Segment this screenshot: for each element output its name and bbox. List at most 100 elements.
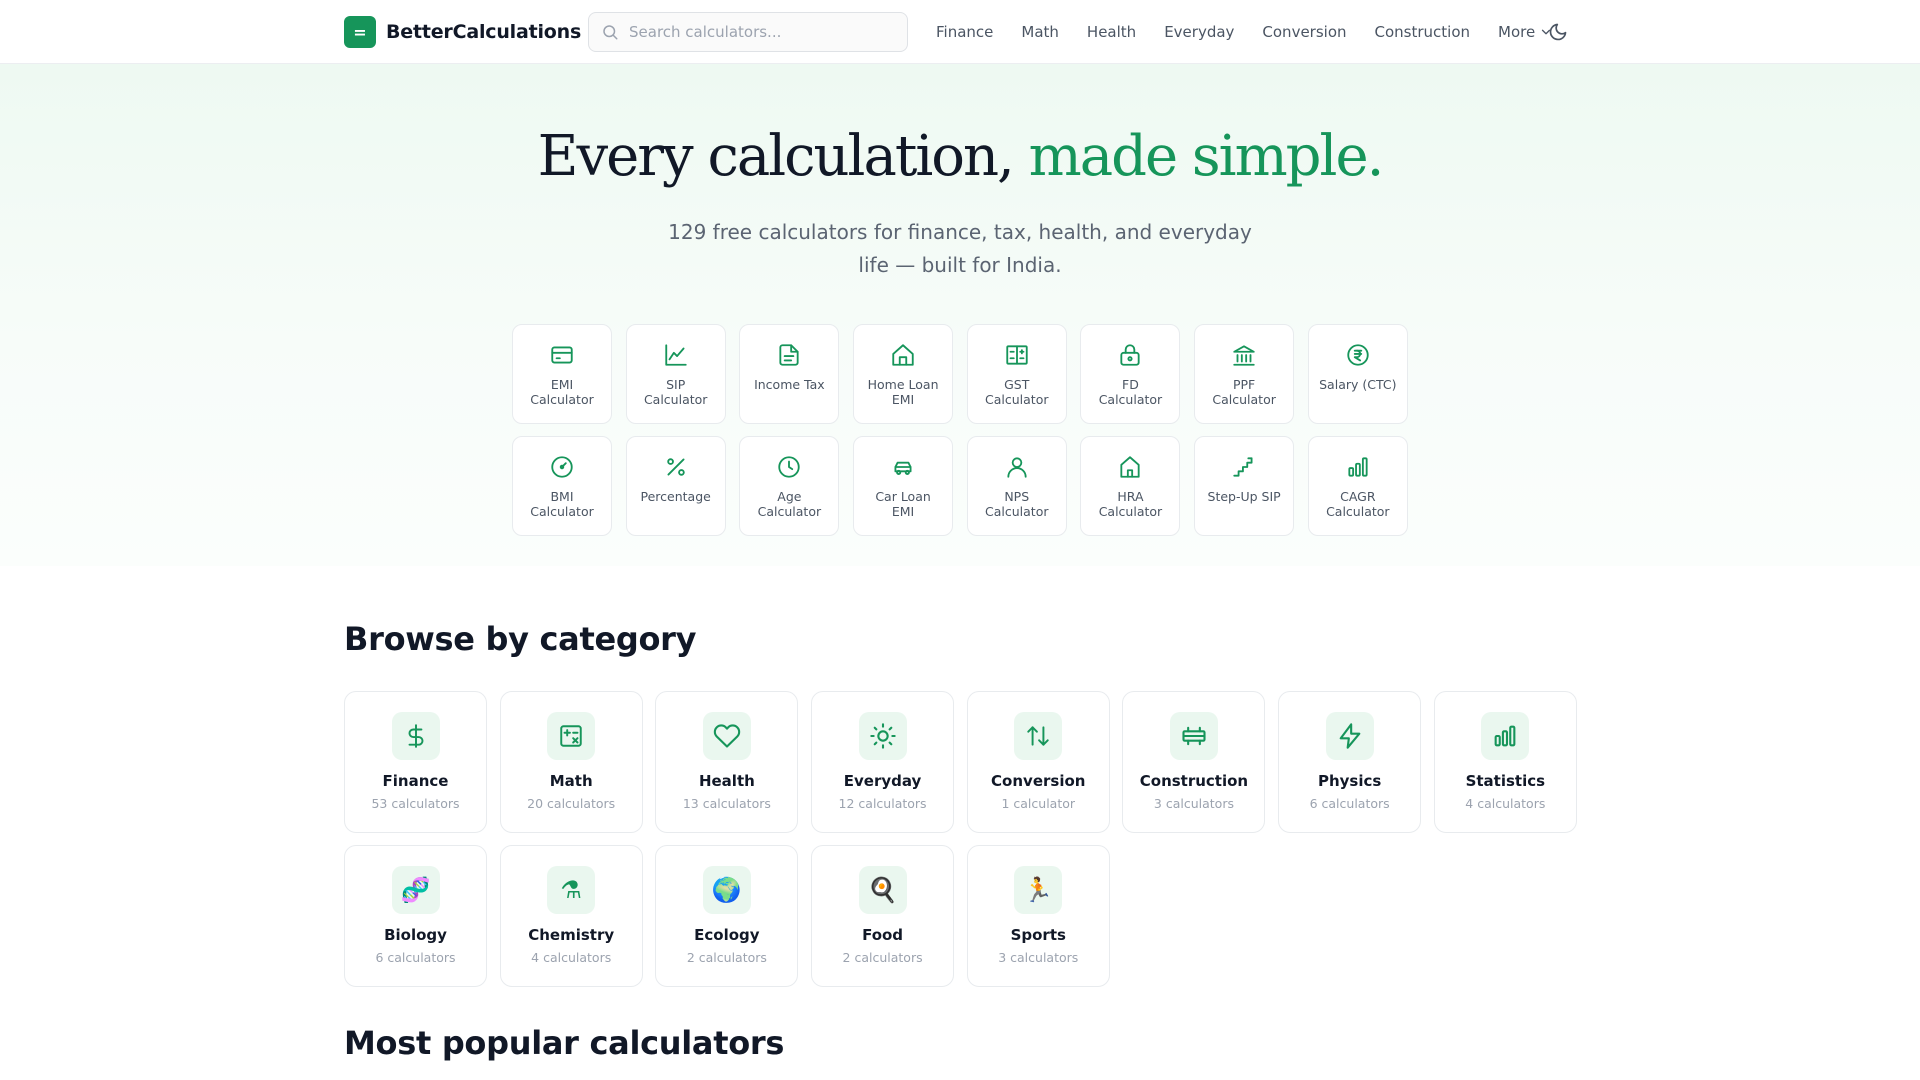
category-count: 6 calculators (1309, 796, 1390, 811)
quick-link-percentage[interactable]: Percentage (625, 436, 726, 536)
brand-logo[interactable]: = BetterCalculations (344, 16, 581, 48)
category-count: 3 calculators (1153, 796, 1234, 811)
category-conversion[interactable]: Conversion 1 calculator (966, 691, 1110, 833)
quick-link-age[interactable]: Age Calculator (739, 436, 840, 536)
quick-link-hra[interactable]: HRA Calculator (1080, 436, 1181, 536)
quick-links-grid: EMI Calculator SIP Calculator Income Tax… (512, 324, 1408, 536)
category-count: 2 calculators (842, 950, 923, 965)
quick-link-label: Car Loan EMI (875, 489, 931, 519)
nav-health[interactable]: Health (1073, 23, 1150, 41)
hero-title-main: Every calculation, (537, 124, 1015, 189)
dollar-icon (391, 712, 440, 760)
quick-link-label: CAGR Calculator (1326, 489, 1390, 519)
category-biology[interactable]: 🧬 Biology 6 calculators (344, 845, 487, 987)
quick-link-label: Home Loan EMI (867, 377, 939, 407)
stairs-icon (1230, 453, 1258, 481)
quick-link-income-tax[interactable]: Income Tax (739, 324, 840, 424)
heart-icon (702, 712, 751, 760)
quick-link-label: PPF Calculator (1212, 377, 1276, 407)
quick-link-label: Step-Up SIP (1207, 489, 1281, 504)
category-name: Biology (384, 926, 447, 944)
category-name: Math (549, 772, 593, 790)
search-input[interactable] (629, 23, 889, 41)
quick-link-salary[interactable]: Salary (CTC) (1307, 324, 1408, 424)
category-finance[interactable]: Finance 53 calculators (344, 691, 487, 833)
quick-link-label: Age Calculator (757, 489, 822, 519)
quick-link-ppf[interactable]: PPF Calculator (1194, 324, 1295, 424)
quick-link-label: EMI Calculator (530, 377, 594, 407)
quick-link-gst[interactable]: GST Calculator (966, 324, 1067, 424)
frying-pan-icon: 🍳 (858, 866, 907, 914)
nav-construction[interactable]: Construction (1361, 23, 1485, 41)
gst-icon (1003, 341, 1031, 369)
quick-link-home-loan[interactable]: Home Loan EMI (853, 324, 954, 424)
quick-link-step-up-sip[interactable]: Step-Up SIP (1194, 436, 1295, 536)
bar-chart-icon (1344, 453, 1372, 481)
category-statistics[interactable]: Statistics 4 calculators (1433, 691, 1577, 833)
quick-link-fd[interactable]: FD Calculator (1080, 324, 1181, 424)
bank-icon (1230, 341, 1258, 369)
theme-toggle-button[interactable] (1546, 20, 1570, 44)
category-grid: Finance 53 calculators Math 20 calculato… (344, 691, 1577, 987)
category-chemistry[interactable]: ⚗ Chemistry 4 calculators (499, 845, 643, 987)
category-count: 6 calculators (375, 950, 456, 965)
category-name: Finance (382, 772, 449, 790)
document-icon (775, 341, 803, 369)
category-sports[interactable]: 🏃 Sports 3 calculators (966, 845, 1110, 987)
moon-icon (1549, 23, 1567, 41)
category-name: Sports (1010, 926, 1066, 944)
nav-math[interactable]: Math (1007, 23, 1073, 41)
category-name: Everyday (843, 772, 922, 790)
category-count: 53 calculators (371, 796, 460, 811)
site-header: = BetterCalculations Finance Math Health… (0, 0, 1920, 64)
quick-link-label: FD Calculator (1098, 377, 1163, 407)
category-name: Health (698, 772, 755, 790)
category-food[interactable]: 🍳 Food 2 calculators (811, 845, 955, 987)
category-name: Ecology (694, 926, 760, 944)
quick-link-car-loan[interactable]: Car Loan EMI (853, 436, 954, 536)
category-name: Statistics (1465, 772, 1546, 790)
clock-icon (775, 453, 803, 481)
quick-link-cagr[interactable]: CAGR Calculator (1307, 436, 1408, 536)
search-box[interactable] (588, 12, 908, 52)
arrows-up-down-icon (1014, 712, 1063, 760)
quick-link-label: Income Tax (754, 377, 825, 392)
logo-mark-icon: = (344, 16, 376, 48)
quick-link-sip[interactable]: SIP Calculator (625, 324, 726, 424)
category-count: 13 calculators (682, 796, 771, 811)
quick-link-label: NPS Calculator (985, 489, 1049, 519)
user-icon (1003, 453, 1031, 481)
section-title-categories: Browse by category (344, 620, 697, 658)
hero-title-accent: made simple. (1028, 124, 1385, 189)
bar-chart-icon (1481, 712, 1530, 760)
quick-link-label: HRA Calculator (1098, 489, 1163, 519)
category-construction[interactable]: Construction 3 calculators (1122, 691, 1266, 833)
nav-conversion[interactable]: Conversion (1248, 23, 1360, 41)
gauge-icon (548, 453, 576, 481)
brand-name: BetterCalculations (386, 21, 582, 43)
lightning-icon (1325, 712, 1374, 760)
category-math[interactable]: Math 20 calculators (499, 691, 643, 833)
dna-icon: 🧬 (391, 866, 440, 914)
category-physics[interactable]: Physics 6 calculators (1278, 691, 1422, 833)
line-chart-icon (662, 341, 690, 369)
nav-finance[interactable]: Finance (922, 23, 1007, 41)
category-count: 1 calculator (1001, 796, 1076, 811)
category-everyday[interactable]: Everyday 12 calculators (811, 691, 955, 833)
nav-everyday[interactable]: Everyday (1150, 23, 1248, 41)
quick-link-nps[interactable]: NPS Calculator (966, 436, 1067, 536)
category-health[interactable]: Health 13 calculators (655, 691, 799, 833)
rupee-circle-icon (1344, 341, 1372, 369)
category-count: 2 calculators (686, 950, 767, 965)
main-nav: Finance Math Health Everyday Conversion … (922, 20, 1567, 44)
quick-link-label: Salary (CTC) (1319, 377, 1397, 392)
car-icon (889, 453, 917, 481)
quick-link-bmi[interactable]: BMI Calculator (512, 436, 612, 536)
category-name: Food (862, 926, 904, 944)
sun-icon (858, 712, 907, 760)
construction-icon (1169, 712, 1218, 760)
category-ecology[interactable]: 🌍 Ecology 2 calculators (655, 845, 799, 987)
quick-link-emi[interactable]: EMI Calculator (512, 324, 612, 424)
quick-link-label: BMI Calculator (530, 489, 594, 519)
category-count: 4 calculators (1465, 796, 1546, 811)
